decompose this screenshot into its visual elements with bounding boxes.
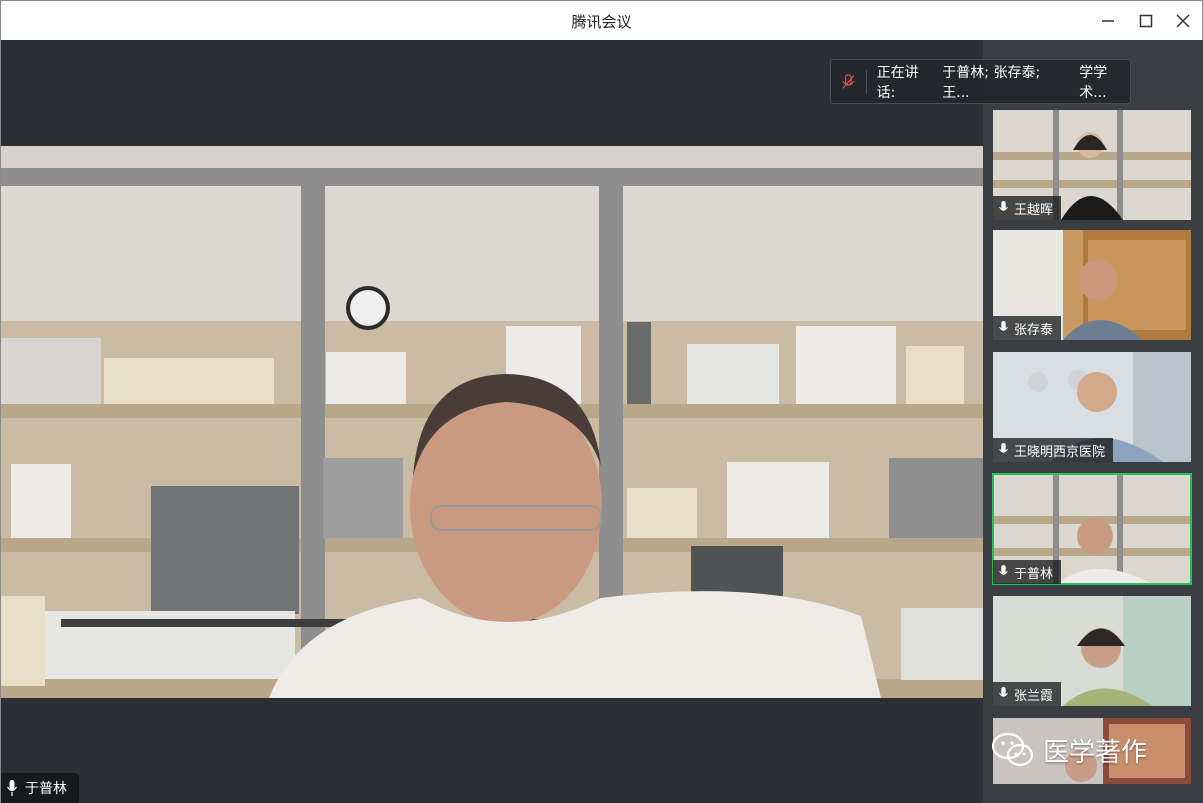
speaking-indicator: 正在讲话: 于普林; 张存泰; 王... 学学术...: [830, 59, 1131, 104]
watermark: 医学著作: [991, 731, 1147, 769]
microphone-icon: [999, 201, 1008, 211]
participant-tile[interactable]: 王晓明西京医院: [993, 352, 1191, 462]
main-speaker-name: 于普林: [25, 781, 67, 797]
microphone-icon: [999, 565, 1008, 575]
maximize-button[interactable]: [1134, 9, 1158, 33]
participant-name-tag: 王越晖: [993, 196, 1062, 220]
participant-name-tag: 张存泰: [993, 316, 1062, 340]
participant-name: 张兰霞: [1014, 688, 1054, 704]
microphone-muted-icon: [842, 73, 855, 89]
participant-tile[interactable]: 张存泰: [993, 230, 1191, 340]
meeting-window: 腾讯会议 于普林 王越晖 张存泰 王晓明西京医院 于普林 张兰霞 正在讲话: 于…: [0, 0, 1203, 803]
speaking-label: 正在讲话:: [876, 64, 919, 101]
divider: [865, 69, 867, 94]
watermark-text: 医学著作: [1043, 737, 1148, 768]
participant-sidebar[interactable]: 王越晖 张存泰 王晓明西京医院 于普林 张兰霞: [983, 40, 1203, 803]
maximize-icon: [1139, 14, 1153, 28]
microphone-icon: [999, 443, 1008, 453]
participant-name: 王越晖: [1014, 202, 1054, 218]
speaking-names: 于普林; 张存泰; 王...: [942, 64, 1041, 101]
participant-tile[interactable]: 张兰霞: [993, 596, 1191, 706]
window-title: 腾讯会议: [571, 13, 632, 31]
participant-name-tag: 于普林: [993, 560, 1062, 584]
main-speaker-video: [1, 146, 983, 698]
main-video-area[interactable]: 于普林: [1, 40, 983, 803]
main-speaker-name-tag: 于普林: [1, 773, 79, 803]
participant-name: 王晓明西京医院: [1014, 444, 1106, 460]
minimize-button[interactable]: [1096, 9, 1120, 33]
close-button[interactable]: [1171, 9, 1195, 33]
microphone-icon: [7, 780, 17, 796]
participant-name: 于普林: [1014, 566, 1054, 582]
wechat-icon: [991, 732, 1034, 767]
speaking-overflow: 学学术...: [1079, 64, 1108, 101]
microphone-icon: [999, 687, 1008, 697]
participant-name-tag: 王晓明西京医院: [993, 438, 1114, 462]
participant-name-tag: 张兰霞: [993, 682, 1062, 706]
title-bar: 腾讯会议: [1, 1, 1202, 40]
participant-name: 张存泰: [1014, 322, 1054, 338]
microphone-icon: [999, 321, 1008, 331]
participant-tile-active[interactable]: 于普林: [992, 473, 1192, 585]
close-icon: [1176, 14, 1190, 28]
participant-tile[interactable]: 王越晖: [993, 110, 1191, 220]
minimize-icon: [1102, 20, 1114, 22]
